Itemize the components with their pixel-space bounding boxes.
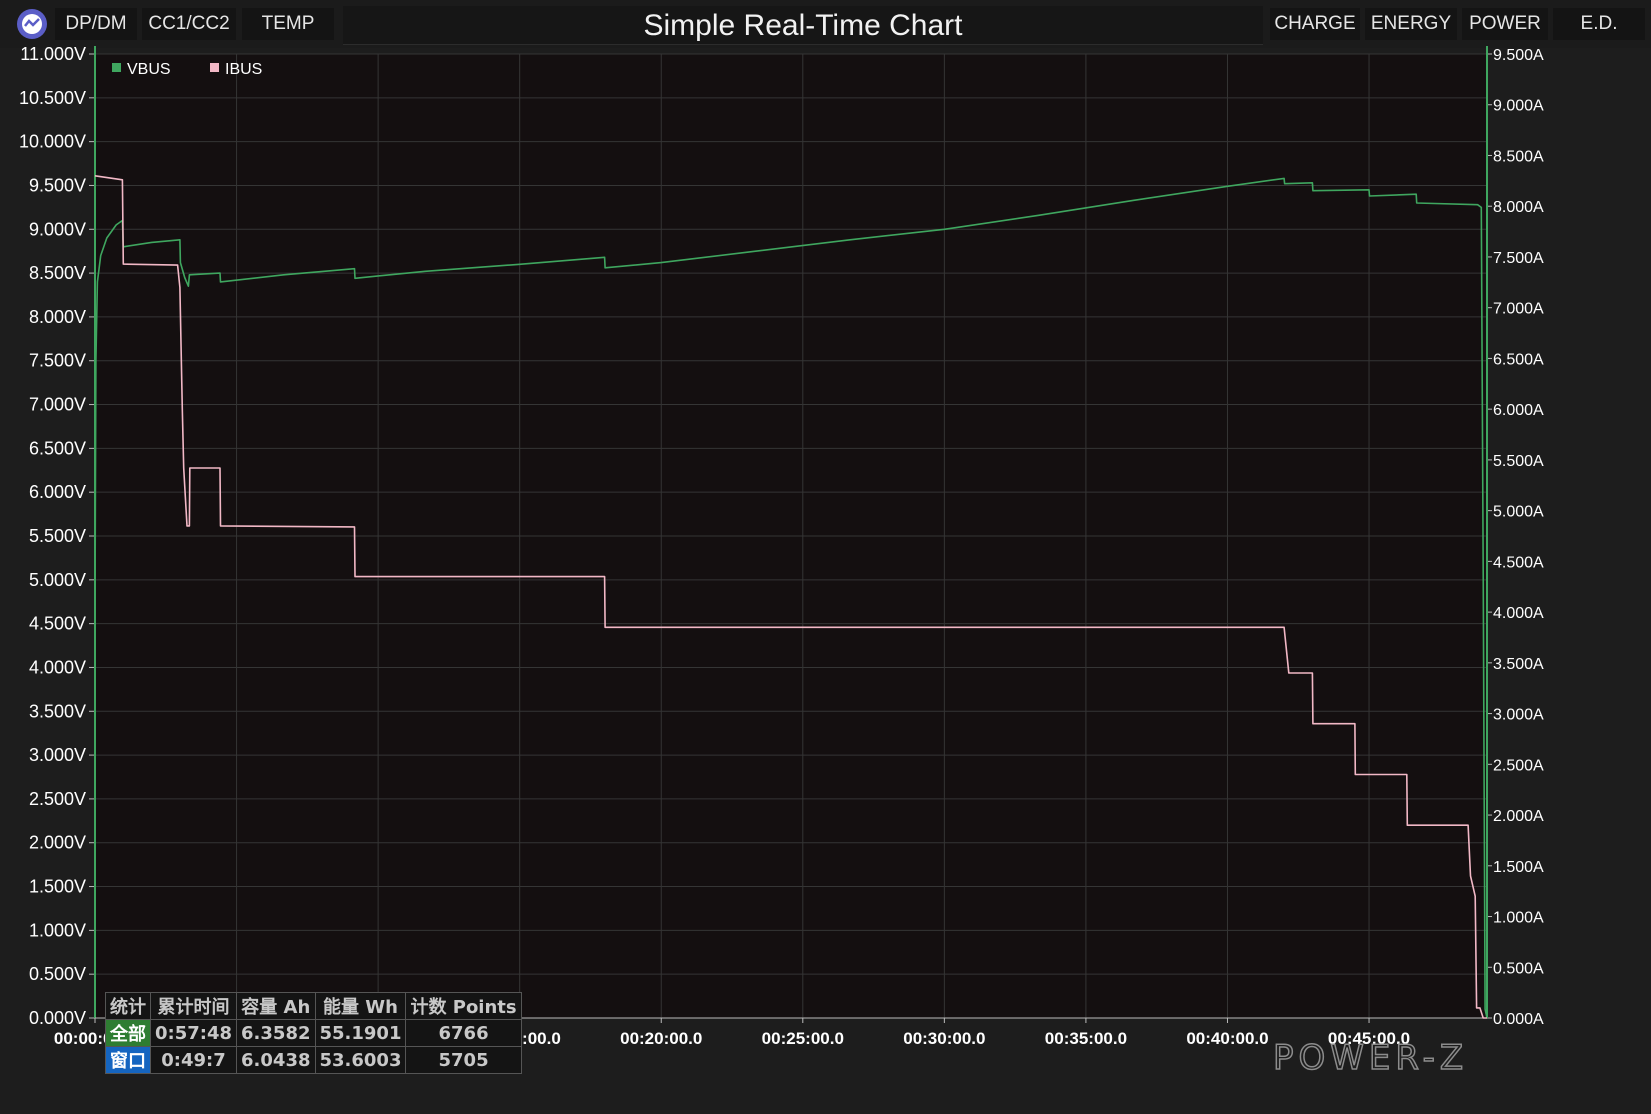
stats-table: 统计 累计时间 容量 Ah 能量 Wh 计数 Points 全部 0:57:48… (105, 992, 522, 1074)
y-right-tick-label: 7.000A (1493, 301, 1544, 318)
y-left-tick-label: 11.000V (20, 44, 86, 64)
y-right-tick-label: 4.000A (1493, 605, 1544, 622)
y-right-tick-label: 3.500A (1493, 656, 1544, 673)
y-right-tick-label: 4.500A (1493, 554, 1544, 571)
legend-label-ibus: IBUS (225, 61, 262, 78)
y-right-tick-label: 6.500A (1493, 351, 1544, 368)
y-right-tick-label: 8.000A (1493, 199, 1544, 216)
y-left-tick-label: 7.000V (29, 395, 86, 415)
y-left-tick-label: 6.000V (29, 482, 86, 502)
y-left-tick-label: 8.500V (29, 263, 86, 283)
y-left-tick-label: 5.500V (29, 526, 86, 546)
stats-cell: 6766 (405, 1019, 522, 1047)
y-left-tick-label: 8.000V (29, 307, 86, 327)
y-right-tick-label: 5.000A (1493, 504, 1544, 521)
stats-cell: 0:49:7 (149, 1046, 238, 1074)
stats-row-window: 窗口 0:49:7 6.0438 53.6003 5705 (105, 1046, 522, 1074)
y-right-tick-label: 8.500A (1493, 148, 1544, 165)
stats-cell: 53.6003 (314, 1046, 407, 1074)
stats-cell: 6.0438 (236, 1046, 316, 1074)
y-left-tick-label: 7.500V (29, 351, 86, 371)
legend-swatch-vbus (112, 63, 121, 72)
y-right-tick-label: 9.500A (1493, 47, 1544, 64)
x-tick-label: 00:25:00.0 (762, 1029, 844, 1048)
y-right-tick-label: 6.000A (1493, 402, 1544, 419)
stats-header-cell: 统计 (105, 992, 151, 1020)
stats-header-cell: 能量 Wh (314, 992, 407, 1020)
stats-header-cell: 计数 Points (405, 992, 522, 1020)
y-left-tick-label: 3.000V (29, 745, 86, 765)
stats-cell: 0:57:48 (149, 1019, 238, 1047)
y-left-tick-label: 2.000V (29, 833, 86, 853)
y-left-tick-label: 6.500V (29, 438, 86, 458)
stats-header-cell: 累计时间 (149, 992, 238, 1020)
y-left-tick-label: 9.500V (29, 175, 86, 195)
y-left-tick-label: 1.000V (29, 920, 86, 940)
y-left-tick-label: 0.500V (29, 964, 86, 984)
y-right-tick-label: 5.500A (1493, 453, 1544, 470)
y-right-tick-label: 9.000A (1493, 98, 1544, 115)
stats-row-all: 全部 0:57:48 6.3582 55.1901 6766 (105, 1019, 522, 1047)
legend-swatch-ibus (210, 63, 219, 72)
y-left-tick-label: 4.500V (29, 614, 86, 634)
y-right-tick-label: 0.500A (1493, 960, 1544, 977)
y-left-tick-label: 5.000V (29, 570, 86, 590)
y-left-tick-label: 0.000V (29, 1008, 86, 1028)
y-right-tick-label: 1.000A (1493, 910, 1544, 927)
y-right-tick-label: 3.000A (1493, 707, 1544, 724)
x-tick-label: 00:35:00.0 (1045, 1029, 1127, 1048)
stats-header-cell: 容量 Ah (236, 992, 316, 1020)
stats-row-label: 全部 (105, 1019, 151, 1047)
y-left-tick-label: 1.500V (29, 877, 86, 897)
y-left-tick-label: 2.500V (29, 789, 86, 809)
x-tick-label: 00:40:00.0 (1186, 1029, 1268, 1048)
stats-row-label: 窗口 (105, 1046, 151, 1074)
y-left-tick-label: 3.500V (29, 701, 86, 721)
stats-header-row: 统计 累计时间 容量 Ah 能量 Wh 计数 Points (105, 992, 522, 1020)
stats-cell: 55.1901 (314, 1019, 407, 1047)
y-left-tick-label: 10.500V (19, 88, 86, 108)
power-z-watermark: POWER-Z (1272, 1037, 1469, 1079)
y-left-tick-label: 4.000V (29, 657, 86, 677)
chart-area[interactable]: 0.000V 0.500V 1.000V 1.500V 2.000V 2.500V 3.00… (0, 0, 1651, 1114)
y-right-tick-label: 7.500A (1493, 250, 1544, 267)
legend-label-vbus: VBUS (127, 61, 171, 78)
y-left-tick-label: 10.000V (19, 132, 86, 152)
x-tick-label: 00:30:00.0 (903, 1029, 985, 1048)
x-tick-label: 00:20:00.0 (620, 1029, 702, 1048)
y-left-tick-label: 9.000V (29, 219, 86, 239)
y-right-tick-label: 0.000A (1493, 1011, 1544, 1028)
y-right-tick-label: 2.000A (1493, 808, 1544, 825)
y-right-tick-label: 1.500A (1493, 859, 1544, 876)
stats-cell: 6.3582 (236, 1019, 316, 1047)
y-right-tick-label: 2.500A (1493, 757, 1544, 774)
stats-cell: 5705 (405, 1046, 522, 1074)
